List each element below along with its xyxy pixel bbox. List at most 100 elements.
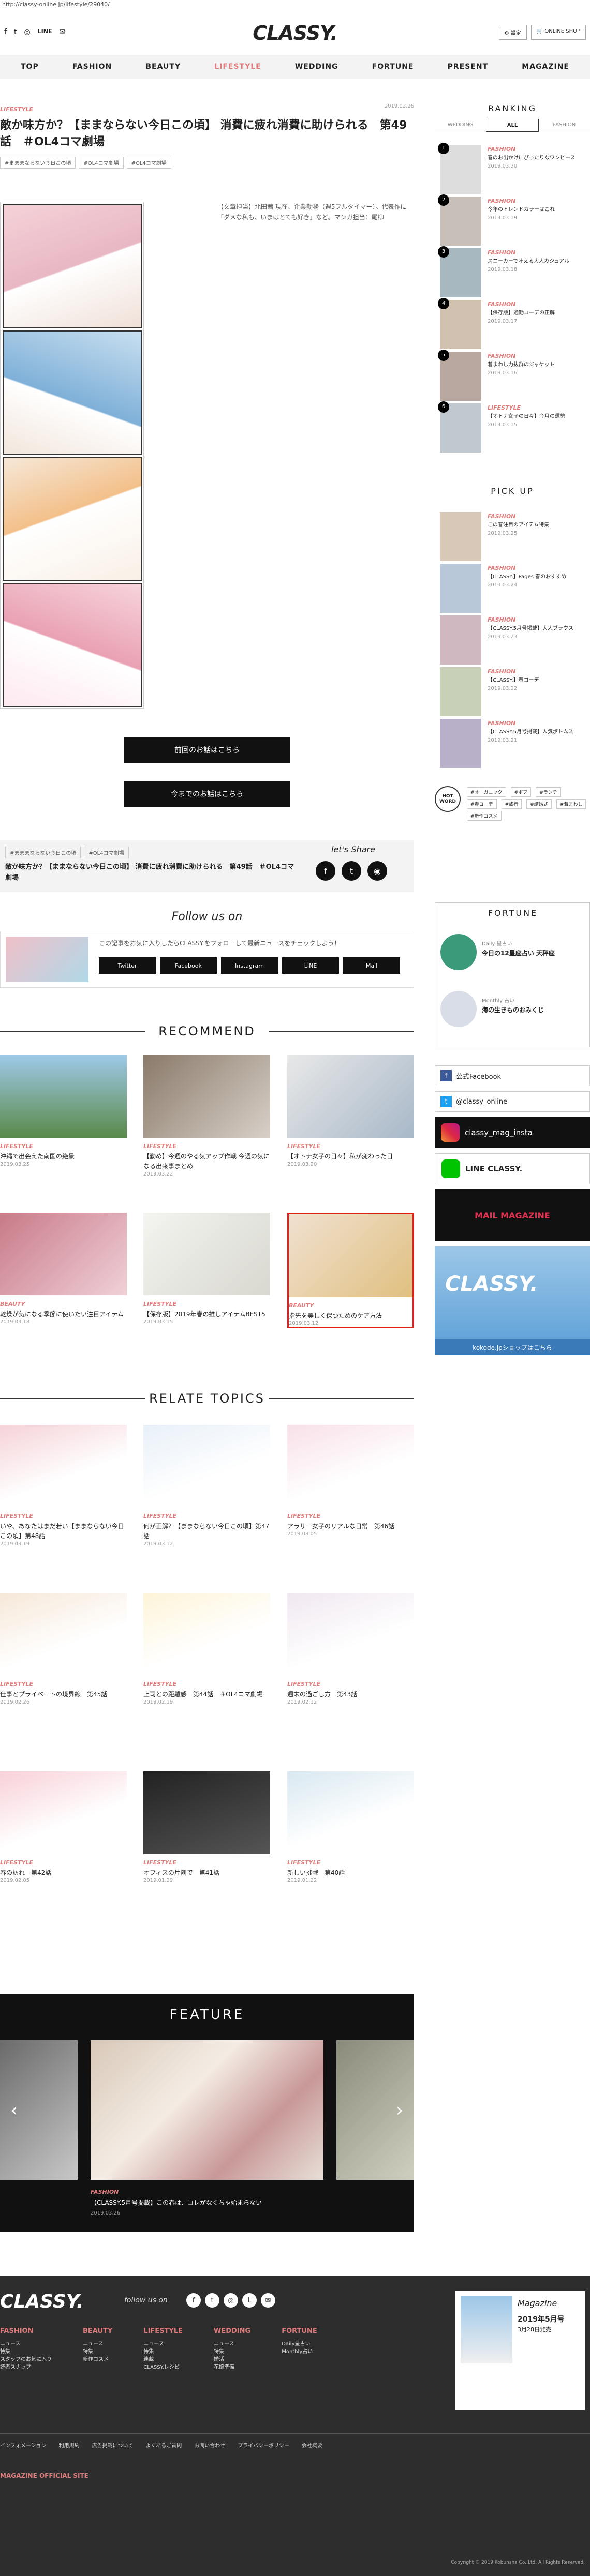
ranking-item[interactable]: 2 FASHION 今年のトレンドカラーはこれ 2019.03.19 [438, 194, 590, 248]
hotword-tag[interactable]: #旅行 [501, 799, 522, 809]
recommend-card[interactable]: BEAUTY 指先を美しく保つためのケア方法 2019.03.12 [287, 1213, 414, 1329]
line-icon[interactable]: LINE [38, 28, 52, 36]
facebook-icon[interactable]: f [4, 28, 7, 36]
ranking-tab-all[interactable]: ALL [486, 119, 539, 132]
ranking-item[interactable]: 1 FASHION 春のお出かけにぴったりなワンピース 2019.03.20 [438, 143, 590, 197]
nav-beauty[interactable]: BEAUTY [145, 63, 181, 71]
hotword-tag[interactable]: #新作コスメ [467, 811, 502, 821]
follow-twitter-button[interactable]: Twitter [99, 957, 156, 974]
ranking-item[interactable]: 5 FASHION 着まわし力抜群のジャケット 2019.03.16 [438, 350, 590, 403]
pickup-item[interactable]: FASHION 【CLASSY.5月号掲載】人気ボトムス 2019.03.21 [440, 719, 590, 771]
hotword-tag[interactable]: #オーガニック [467, 787, 506, 797]
footer-link[interactable]: Monthly占い [282, 2347, 317, 2355]
article-tag[interactable]: #OL4コマ劇場 [79, 156, 124, 169]
footer-bottom-link[interactable]: 利用規約 [59, 2441, 80, 2449]
share-tag[interactable]: #OL4コマ劇場 [84, 847, 129, 858]
footer-link[interactable]: CLASSY.レシピ [143, 2362, 183, 2370]
ranking-item[interactable]: 6 LIFESTYLE 【オトナ女子の日々】今月の運勢 2019.03.15 [438, 401, 590, 455]
footer-link[interactable]: 特集 [143, 2347, 183, 2355]
footer-link[interactable]: 特集 [83, 2347, 112, 2355]
nav-lifestyle[interactable]: LIFESTYLE [214, 63, 261, 71]
pickup-item[interactable]: FASHION この春注目のアイテム特集 2019.03.25 [440, 512, 590, 564]
episode-list-button[interactable]: 今までのお話はこちら [124, 781, 290, 807]
feature-next-arrow[interactable]: › [396, 2100, 403, 2121]
twitter-icon[interactable]: t [14, 28, 17, 36]
facebook-banner[interactable]: f 公式Facebook [435, 1065, 590, 1086]
ranking-item[interactable]: 4 FASHION 【保存版】通勤コーデの正解 2019.03.17 [438, 298, 590, 352]
hotword-tag[interactable]: #ボブ [510, 787, 532, 797]
recommend-card[interactable]: LIFESTYLE 沖縄で出会えた南国の絶景 2019.03.25 [0, 1055, 127, 1167]
footer-twitter-icon[interactable]: t [205, 2293, 219, 2308]
article-tag[interactable]: #まままならない今日この頃 [0, 156, 76, 169]
relate-card[interactable]: LIFESTYLE 春の訪れ 第42話 2019.02.05 [0, 1771, 127, 1884]
ranking-tab-fashion[interactable]: FASHION [539, 119, 590, 132]
hotword-tag[interactable]: #春コーデ [467, 799, 497, 809]
relate-card[interactable]: LIFESTYLE 仕事とプライベートの境界線 第45話 2019.02.26 [0, 1593, 127, 1705]
footer-link[interactable]: スタッフのお気に入り [0, 2355, 52, 2362]
hotword-tag[interactable]: #着まわし [556, 799, 586, 809]
relate-card[interactable]: LIFESTYLE アラサー女子のリアルな日常 第46話 2019.03.05 [287, 1425, 414, 1537]
share-twitter-icon[interactable]: t [342, 861, 361, 881]
footer-bottom-link[interactable]: プライバシーポリシー [238, 2441, 289, 2449]
kokode-link[interactable]: kokode.jpショップはこちら [435, 1339, 590, 1355]
footer-link[interactable]: 読者スナップ [0, 2362, 52, 2370]
follow-line-button[interactable]: LINE [282, 957, 339, 974]
relate-card[interactable]: LIFESTYLE いや、あなたはまだ若い【ままならない今日この頃】第48話 201… [0, 1425, 127, 1547]
follow-facebook-button[interactable]: Facebook [160, 957, 217, 974]
footer-link[interactable]: 新作コスメ [83, 2355, 112, 2362]
prev-episode-button[interactable]: 前回のお話はこちら [124, 737, 290, 763]
hotword-tag[interactable]: #結婚式 [526, 799, 552, 809]
pickup-item[interactable]: FASHION 【CLASSY.5月号掲載】大人ブラウス 2019.03.23 [440, 615, 590, 667]
pickup-item[interactable]: FASHION 【CLASSY.】春コーデ 2019.03.22 [440, 667, 590, 719]
footer-link[interactable]: 連載 [143, 2355, 183, 2362]
footer-link[interactable]: 特集 [214, 2347, 250, 2355]
site-logo[interactable]: CLASSY. [243, 22, 347, 44]
nav-fortune[interactable]: FORTUNE [372, 63, 414, 71]
share-line-icon[interactable]: ◉ [367, 861, 387, 881]
mail-icon[interactable]: ✉ [59, 28, 65, 36]
nav-wedding[interactable]: WEDDING [295, 63, 338, 71]
fortune-daily[interactable]: Daily 星占い 今日の12星座占い 天秤座 [440, 934, 585, 981]
fortune-monthly[interactable]: Monthly 占い 海の生きものおみくじ [440, 991, 585, 1037]
relate-card[interactable]: LIFESTYLE 上司との距離感 第44話 ＃OL4コマ劇場 2019.02.19 [143, 1593, 270, 1705]
nav-fashion[interactable]: FASHION [72, 63, 112, 71]
footer-mail-icon[interactable]: ✉ [261, 2293, 275, 2308]
twitter-banner[interactable]: t @classy_online [435, 1091, 590, 1112]
footer-bottom-link[interactable]: 会社概要 [302, 2441, 322, 2449]
relate-card[interactable]: LIFESTYLE オフィスの片隅で 第41話 2019.01.29 [143, 1771, 270, 1884]
footer-link[interactable]: 花嫁準備 [214, 2362, 250, 2370]
footer-line-icon[interactable]: L [242, 2293, 257, 2308]
footer-link[interactable]: 婚活 [214, 2355, 250, 2362]
ranking-item[interactable]: 3 FASHION スニーカーで叶える大人カジュアル 2019.03.18 [438, 246, 590, 300]
recommend-card[interactable]: LIFESTYLE 【オトナ女子の日々】私が変わった日 2019.03.20 [287, 1055, 414, 1167]
line-banner[interactable]: LINE CLASSY. [435, 1153, 590, 1184]
nav-magazine[interactable]: MAGAZINE [522, 63, 569, 71]
feature-main-image[interactable] [91, 2040, 323, 2180]
online-shop-button[interactable]: 🛒 ONLINE SHOP [530, 25, 586, 40]
footer-instagram-icon[interactable]: ◎ [224, 2293, 238, 2308]
mail-magazine-banner[interactable]: MAIL MAGAZINE [435, 1189, 590, 1241]
kokode-banner[interactable]: CLASSY. kokode.jpショップはこちら [435, 1246, 590, 1355]
footer-bottom-link[interactable]: お問い合わせ [194, 2441, 225, 2449]
nav-top[interactable]: TOP [21, 63, 39, 71]
relate-card[interactable]: LIFESTYLE 週末の過ごし方 第43話 2019.02.12 [287, 1593, 414, 1705]
footer-bottom-link[interactable]: インフォメーション [0, 2441, 47, 2449]
feature-prev-arrow[interactable]: ‹ [10, 2100, 18, 2121]
follow-instagram-button[interactable]: Instagram [221, 957, 278, 974]
settings-button[interactable]: ⚙ 設定 [498, 25, 527, 40]
ranking-tab-wedding[interactable]: WEDDING [435, 119, 486, 132]
article-category[interactable]: LIFESTYLE [0, 106, 33, 113]
share-facebook-icon[interactable]: f [316, 861, 335, 881]
magazine-box[interactable]: Magazine 2019年5月号 3月28日発売 [455, 2291, 585, 2410]
footer-link[interactable]: Daily星占い [282, 2339, 317, 2347]
instagram-banner[interactable]: classy_mag_insta [435, 1117, 590, 1148]
footer-link[interactable]: ニュース [143, 2339, 183, 2347]
follow-mail-button[interactable]: Mail [343, 957, 400, 974]
share-tag[interactable]: #まままならない今日この頃 [5, 847, 81, 858]
relate-card[interactable]: LIFESTYLE 新しい挑戦 第40話 2019.01.22 [287, 1771, 414, 1884]
footer-facebook-icon[interactable]: f [186, 2293, 201, 2308]
footer-link[interactable]: ニュース [83, 2339, 112, 2347]
footer-bottom-link[interactable]: よくあるご質問 [145, 2441, 182, 2449]
pickup-item[interactable]: FASHION 【CLASSY.】Pages 春のおすすめ 2019.03.24 [440, 564, 590, 615]
footer-link[interactable]: ニュース [214, 2339, 250, 2347]
